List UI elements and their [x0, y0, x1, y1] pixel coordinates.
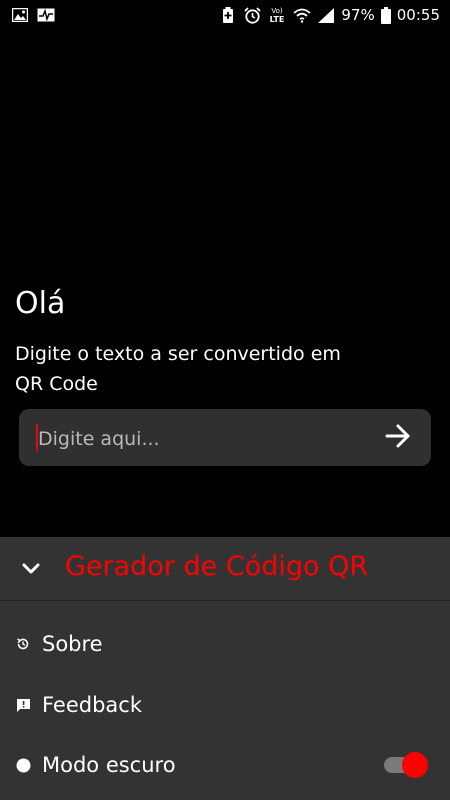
wifi-icon: [293, 6, 312, 24]
signal-icon: [317, 6, 335, 24]
battery-percent: 97%: [341, 6, 375, 24]
menu-item-sobre[interactable]: Sobre: [0, 619, 450, 669]
activity-icon: [37, 6, 55, 24]
menu-item-dark-mode[interactable]: Modo escuro: [0, 740, 450, 790]
qr-text-input-container: [19, 409, 431, 468]
instruction-text: Digite o texto a ser convertido em QR Co…: [15, 343, 341, 395]
volte-icon: Vo) LTE: [267, 6, 287, 24]
battery-saver-icon: [219, 6, 237, 24]
battery-icon: [380, 6, 391, 24]
alarm-icon: [243, 6, 261, 24]
text-caret: [36, 424, 38, 451]
svg-text:Vo): Vo): [272, 7, 284, 15]
bottom-sheet: Gerador de Código QR Sobre Feedback Modo…: [0, 537, 450, 800]
history-icon: [15, 636, 31, 652]
svg-text:LTE: LTE: [270, 15, 285, 24]
arrow-right-icon: [384, 422, 412, 454]
status-right: Vo) LTE 97% 00:55: [219, 6, 450, 24]
feedback-icon: [15, 697, 31, 713]
toggle-thumb: [402, 752, 428, 778]
menu-item-label: Sobre: [42, 632, 103, 656]
dot-icon: [15, 757, 31, 773]
submit-button[interactable]: [383, 423, 413, 453]
clock: 00:55: [396, 6, 440, 24]
menu-item-feedback[interactable]: Feedback: [0, 680, 450, 730]
status-bar: Vo) LTE 97% 00:55: [0, 0, 450, 30]
chevron-down-icon: [21, 561, 41, 580]
collapse-button[interactable]: [19, 558, 43, 582]
sheet-title: Gerador de Código QR: [65, 551, 369, 582]
dark-mode-toggle[interactable]: [384, 752, 428, 778]
menu-item-label: Feedback: [42, 693, 143, 717]
status-left: [0, 6, 55, 24]
greeting-title: Olá: [15, 286, 66, 321]
image-icon: [11, 6, 29, 24]
qr-text-input[interactable]: [36, 409, 370, 468]
menu-item-label: Modo escuro: [42, 753, 176, 777]
sheet-header: Gerador de Código QR: [0, 537, 450, 601]
